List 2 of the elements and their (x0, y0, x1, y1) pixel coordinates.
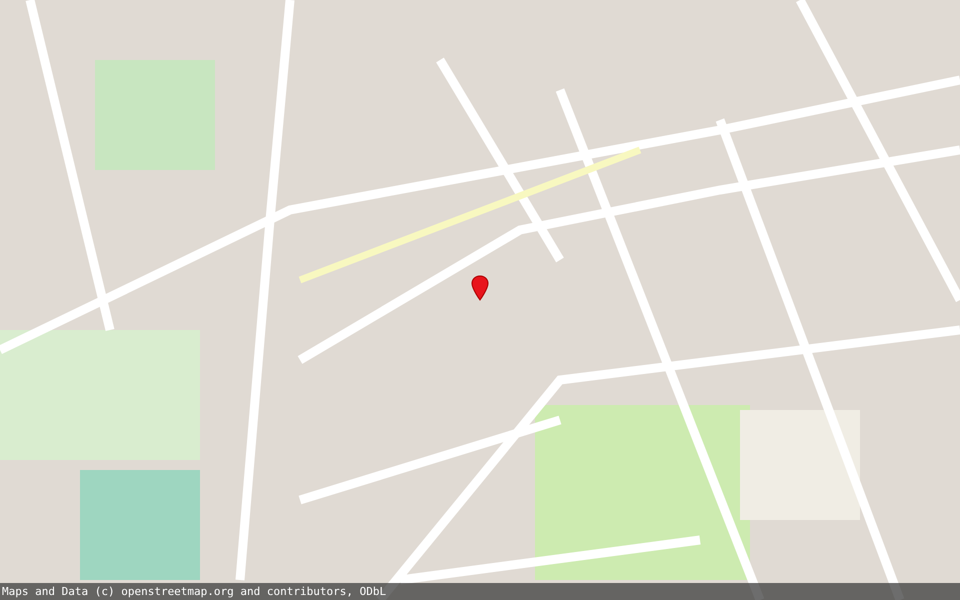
map-pin-icon[interactable] (471, 275, 489, 301)
attribution-text: Maps and Data (c) openstreetmap.org and contributors, ODbL (1, 585, 386, 598)
